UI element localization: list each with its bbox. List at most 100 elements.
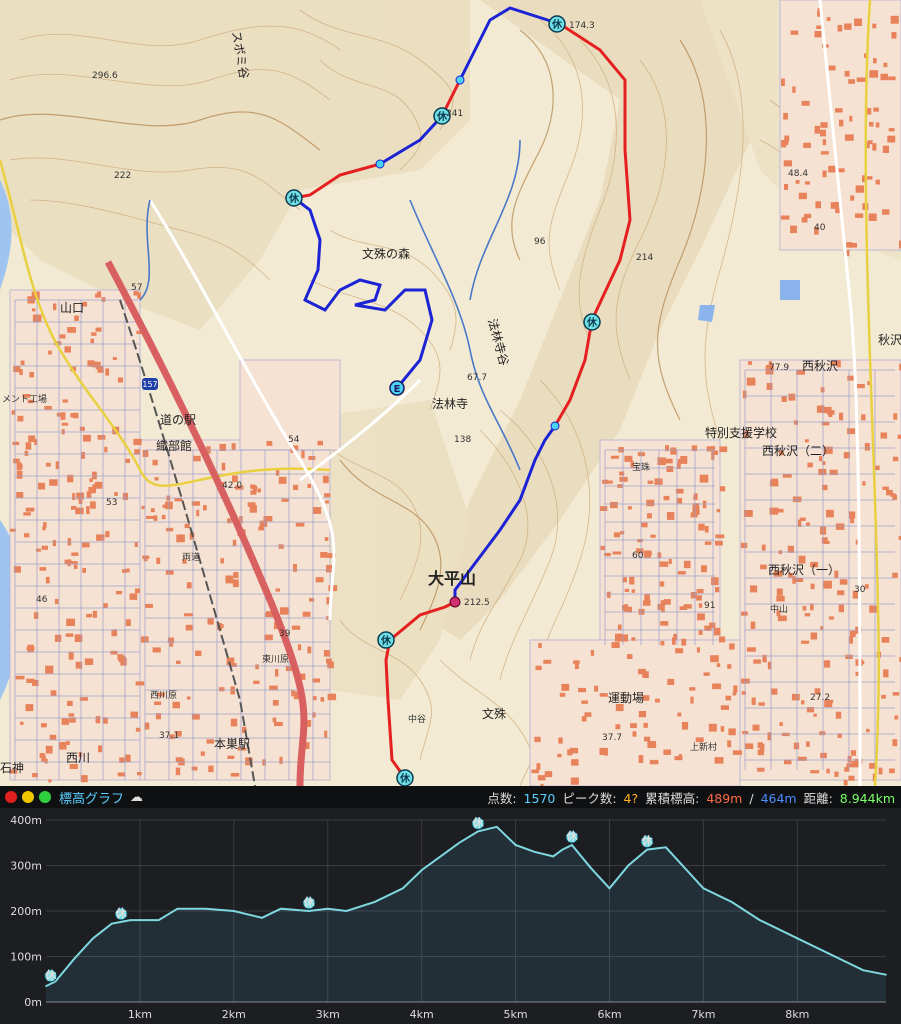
label-motosu-station: 本巣駅 [214,737,250,751]
label-school: 特別支援学校 [705,425,777,440]
spot-height-label: 91 [704,601,715,611]
y-tick-label: 100m [10,951,42,964]
x-tick-label: 1km [128,1008,152,1021]
svg-text:休: 休 [302,895,315,909]
rest-marker[interactable]: 休 [302,895,316,910]
label-cement: メント工場 [2,393,47,405]
peaks-value: 4? [623,790,639,806]
elevation-point [45,985,47,987]
points-label: 点数: [487,790,517,806]
elevation-point [204,907,207,910]
label-nishiakizawa-1: 西秋沢（一） [768,563,840,577]
endpoint-marker[interactable]: E [389,380,405,396]
elevation-point [439,855,442,858]
elevation-point [373,901,376,903]
svg-text:休: 休 [399,772,411,785]
elevation-point [514,844,517,846]
elevation-area-fill [46,826,886,1002]
label-nishiakizawa-2: 西秋沢（二） [762,444,834,458]
label-hourinji: 法林寺 [432,397,468,411]
spot-height-label: 37.1 [159,731,179,741]
loss-value: 464m [760,790,797,806]
minimize-dot[interactable] [22,791,34,803]
rest-marker[interactable]: 休 [640,834,654,849]
spot-height-label: 30 [854,585,866,595]
spot-height-label: 54 [288,435,300,445]
y-tick-label: 300m [10,860,42,873]
topographic-map[interactable]: 休休休休休休 E 文殊の森 法林寺 法林寺谷 大平山 道の駅 織部館 西秋沢 西… [0,0,901,786]
spot-height-label: 40 [814,223,826,233]
elevation-point [759,919,761,921]
elevation-point [73,958,75,960]
elevation-point [420,869,423,871]
spot-height-label: 46 [36,595,48,605]
svg-text:E: E [394,384,401,395]
x-tick-label: 3km [316,1008,340,1021]
label-yamaguchi: 山口 [60,301,84,315]
close-dot[interactable] [5,791,17,803]
graph-title: 標高グラフ [59,791,125,807]
spot-height-label: 296.6 [92,71,118,81]
elevation-point [458,842,461,844]
label-bunju-mori: 文殊の森 [362,246,410,261]
svg-text:休: 休 [565,829,578,843]
svg-text:休: 休 [472,815,485,829]
elevation-point [885,973,887,976]
label-bunju: 文殊 [482,706,506,721]
elevation-point [176,907,179,910]
label-michi-no-eki: 道の駅 [160,413,196,427]
elevation-point [683,867,686,869]
spot-height-label: 42.0 [222,481,242,491]
rest-marker[interactable]: 休 [44,968,58,983]
gain-value: 489m [706,790,743,806]
spot-height-label: 39 [279,629,291,639]
elevation-point [327,907,329,910]
label-undojo: 運動場 [608,691,644,705]
label-kamishinmura: 上新村 [690,741,717,753]
rest-marker[interactable]: 休 [565,829,579,844]
label-nishikawa: 西川 [66,751,90,765]
elevation-point [552,855,554,858]
elevation-point [646,848,648,851]
spot-height-label: 174.3 [569,21,595,31]
y-tick-label: 200m [10,905,42,918]
rest-icon[interactable]: 休 [548,15,566,33]
x-tick-label: 5km [504,1008,528,1021]
elevation-point [496,826,498,828]
points-value: 1570 [523,790,556,806]
svg-text:157: 157 [142,380,157,389]
rest-marker[interactable]: 休 [471,815,485,830]
stats-slash: / [749,790,754,806]
elevation-point [477,830,479,833]
elevation-point [702,887,705,890]
rest-marker[interactable]: 休 [114,906,128,921]
spot-height-label: 27.2 [810,693,830,703]
elevation-graph-panel: 標高グラフ ☁ 点数: 1570 ピーク数: 4? 累積標高: 489m / 4… [0,786,901,1024]
pond-1 [780,280,800,300]
svg-text:休: 休 [115,906,128,920]
spot-height-label: 67.7 [467,373,487,383]
rest-icon[interactable]: 休 [396,769,414,786]
elevation-point [280,907,282,910]
rest-icon[interactable]: 休 [285,189,303,207]
svg-text:休: 休 [551,18,563,31]
rest-icon[interactable]: 休 [583,313,601,331]
spot-height-label: 214 [636,253,653,263]
label-nishiakizawa: 西秋沢 [802,359,838,373]
x-tick-label: 4km [410,1008,434,1021]
elevation-point [627,864,630,867]
rest-icon[interactable]: 休 [377,631,395,649]
cloud-download-icon[interactable]: ☁ [130,790,143,805]
distance-value: 8.944km [839,790,895,806]
spot-height-label: 53 [106,498,117,508]
maximize-dot[interactable] [39,791,51,803]
elevation-point [862,969,864,971]
spot-height-label: 48.4 [788,169,808,179]
graph-stats: 点数: 1570 ピーク数: 4? 累積標高: 489m / 464m 距離: … [484,788,895,807]
elevation-point [92,937,94,940]
graph-header: 標高グラフ ☁ 点数: 1570 ピーク数: 4? 累積標高: 489m / 4… [0,786,901,808]
elevation-chart[interactable]: 0m 100m 200m 300m 400m 1km 2km 3km 4km 5km 6km 7km 8… [0,808,901,1024]
spot-height-label: 37.7 [602,733,622,743]
label-takara: 宝珠 [632,461,650,473]
svg-text:休: 休 [44,968,57,982]
